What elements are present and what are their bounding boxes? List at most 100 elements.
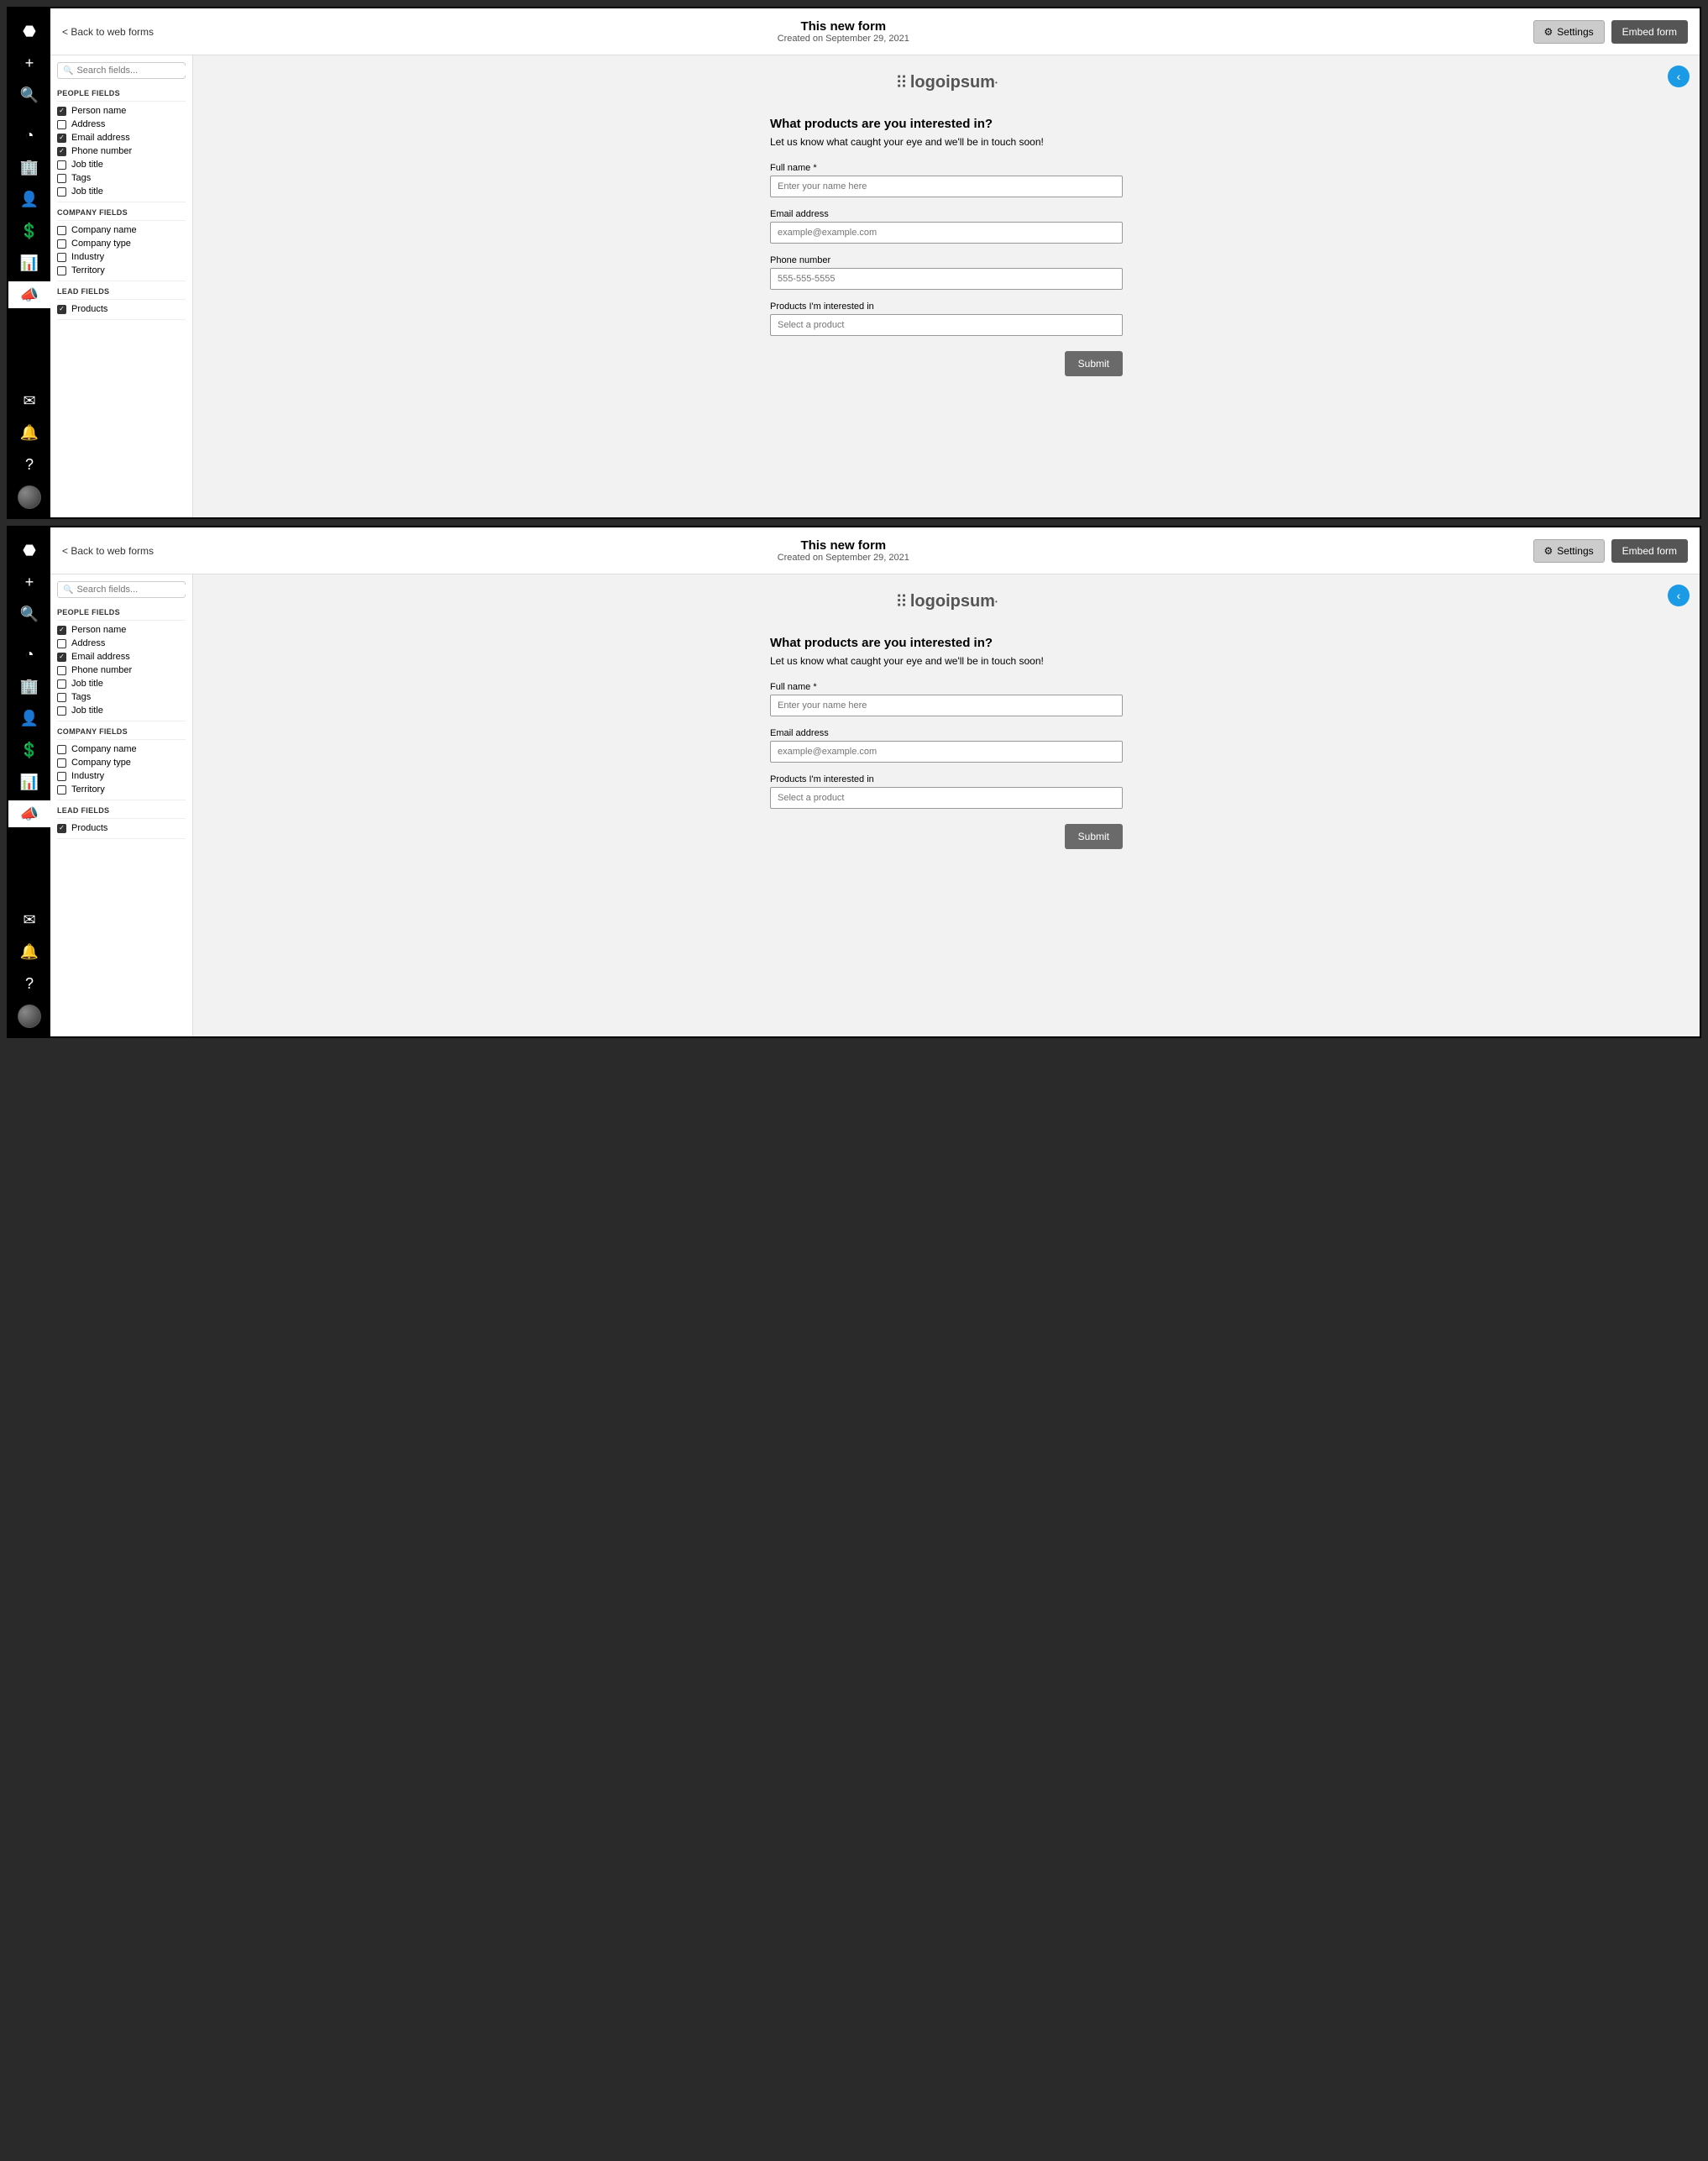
checkbox-icon[interactable] bbox=[57, 120, 66, 129]
section-heading: LEAD FIELDS bbox=[57, 803, 186, 819]
checkbox-icon[interactable] bbox=[57, 693, 66, 702]
submit-button[interactable]: Submit bbox=[1065, 824, 1123, 849]
search-icon[interactable]: 🔍 bbox=[16, 81, 43, 108]
field-row[interactable]: Email address bbox=[57, 650, 186, 664]
search-icon[interactable]: 🔍 bbox=[16, 601, 43, 627]
mail-icon[interactable]: ✉ bbox=[16, 906, 43, 933]
chart-icon[interactable]: 📊 bbox=[16, 249, 43, 276]
field-row[interactable]: Territory bbox=[57, 783, 186, 796]
form-input[interactable] bbox=[770, 176, 1123, 197]
building-icon[interactable]: 🏢 bbox=[16, 673, 43, 700]
field-row[interactable]: Products bbox=[57, 821, 186, 835]
checkbox-icon[interactable] bbox=[57, 653, 66, 662]
plus-icon[interactable]: + bbox=[16, 50, 43, 76]
megaphone-icon[interactable]: 📣 bbox=[8, 281, 50, 308]
field-row[interactable]: Company type bbox=[57, 237, 186, 250]
collapse-button[interactable]: ‹ bbox=[1668, 585, 1690, 606]
search-box[interactable]: 🔍 bbox=[57, 62, 186, 79]
checkbox-icon[interactable] bbox=[57, 639, 66, 648]
checkbox-icon[interactable] bbox=[57, 239, 66, 249]
person-icon[interactable]: 👤 bbox=[16, 705, 43, 732]
collapse-button[interactable]: ‹ bbox=[1668, 66, 1690, 87]
avatar[interactable] bbox=[18, 485, 41, 509]
form-input[interactable] bbox=[770, 268, 1123, 290]
avatar[interactable] bbox=[18, 1004, 41, 1028]
field-row[interactable]: Job title bbox=[57, 158, 186, 171]
field-label: Email address bbox=[71, 133, 130, 143]
settings-button[interactable]: ⚙Settings bbox=[1533, 20, 1605, 44]
gauge-icon[interactable]: ◔ bbox=[16, 641, 43, 668]
back-link[interactable]: < Back to web forms bbox=[62, 545, 154, 557]
form-input[interactable] bbox=[770, 222, 1123, 244]
chart-icon[interactable]: 📊 bbox=[16, 768, 43, 795]
form-input[interactable] bbox=[770, 787, 1123, 809]
search-input[interactable] bbox=[76, 585, 193, 595]
field-row[interactable]: Person name bbox=[57, 104, 186, 118]
embed-button[interactable]: Embed form bbox=[1611, 539, 1688, 563]
mail-icon[interactable]: ✉ bbox=[16, 387, 43, 414]
field-row[interactable]: Phone number bbox=[57, 144, 186, 158]
field-row[interactable]: Products bbox=[57, 302, 186, 316]
money-icon[interactable]: 💲 bbox=[16, 737, 43, 763]
money-icon[interactable]: 💲 bbox=[16, 218, 43, 244]
field-row[interactable]: Tags bbox=[57, 171, 186, 185]
person-icon[interactable]: 👤 bbox=[16, 186, 43, 212]
app-window: ⬣+🔍◔🏢👤💲📊📣✉🔔?< Back to web formsThis new … bbox=[7, 526, 1701, 1038]
field-row[interactable]: Address bbox=[57, 637, 186, 650]
field-label: Company name bbox=[71, 225, 137, 235]
help-icon[interactable]: ? bbox=[16, 451, 43, 478]
checkbox-icon[interactable] bbox=[57, 253, 66, 262]
settings-button[interactable]: ⚙Settings bbox=[1533, 539, 1605, 563]
field-row[interactable]: Email address bbox=[57, 131, 186, 144]
checkbox-icon[interactable] bbox=[57, 187, 66, 197]
gauge-icon[interactable]: ◔ bbox=[16, 122, 43, 149]
building-icon[interactable]: 🏢 bbox=[16, 154, 43, 181]
form-input[interactable] bbox=[770, 741, 1123, 763]
field-row[interactable]: Industry bbox=[57, 769, 186, 783]
checkbox-icon[interactable] bbox=[57, 134, 66, 143]
form-input[interactable] bbox=[770, 695, 1123, 716]
field-row[interactable]: Company name bbox=[57, 223, 186, 237]
field-row[interactable]: Job title bbox=[57, 704, 186, 717]
checkbox-icon[interactable] bbox=[57, 305, 66, 314]
back-link[interactable]: < Back to web forms bbox=[62, 26, 154, 38]
checkbox-icon[interactable] bbox=[57, 772, 66, 781]
checkbox-icon[interactable] bbox=[57, 626, 66, 635]
acorn-icon[interactable]: ⬣ bbox=[16, 537, 43, 564]
checkbox-icon[interactable] bbox=[57, 107, 66, 116]
checkbox-icon[interactable] bbox=[57, 706, 66, 716]
checkbox-icon[interactable] bbox=[57, 758, 66, 768]
checkbox-icon[interactable] bbox=[57, 745, 66, 754]
field-row[interactable]: Company name bbox=[57, 742, 186, 756]
logo-text: logoipsum bbox=[910, 592, 995, 611]
checkbox-icon[interactable] bbox=[57, 226, 66, 235]
submit-button[interactable]: Submit bbox=[1065, 351, 1123, 376]
checkbox-icon[interactable] bbox=[57, 666, 66, 675]
field-row[interactable]: Phone number bbox=[57, 664, 186, 677]
megaphone-icon[interactable]: 📣 bbox=[8, 800, 50, 827]
acorn-icon[interactable]: ⬣ bbox=[16, 18, 43, 45]
checkbox-icon[interactable] bbox=[57, 785, 66, 795]
embed-button[interactable]: Embed form bbox=[1611, 20, 1688, 44]
checkbox-icon[interactable] bbox=[57, 147, 66, 156]
checkbox-icon[interactable] bbox=[57, 174, 66, 183]
bell-icon[interactable]: 🔔 bbox=[16, 419, 43, 446]
search-input[interactable] bbox=[76, 66, 193, 76]
field-row[interactable]: Company type bbox=[57, 756, 186, 769]
bell-icon[interactable]: 🔔 bbox=[16, 938, 43, 965]
form-input[interactable] bbox=[770, 314, 1123, 336]
field-row[interactable]: Industry bbox=[57, 250, 186, 264]
field-row[interactable]: Tags bbox=[57, 690, 186, 704]
search-box[interactable]: 🔍 bbox=[57, 581, 186, 598]
field-row[interactable]: Job title bbox=[57, 185, 186, 198]
checkbox-icon[interactable] bbox=[57, 824, 66, 833]
checkbox-icon[interactable] bbox=[57, 160, 66, 170]
field-row[interactable]: Person name bbox=[57, 623, 186, 637]
field-row[interactable]: Address bbox=[57, 118, 186, 131]
plus-icon[interactable]: + bbox=[16, 569, 43, 595]
checkbox-icon[interactable] bbox=[57, 679, 66, 689]
field-row[interactable]: Territory bbox=[57, 264, 186, 277]
field-row[interactable]: Job title bbox=[57, 677, 186, 690]
checkbox-icon[interactable] bbox=[57, 266, 66, 275]
help-icon[interactable]: ? bbox=[16, 970, 43, 997]
